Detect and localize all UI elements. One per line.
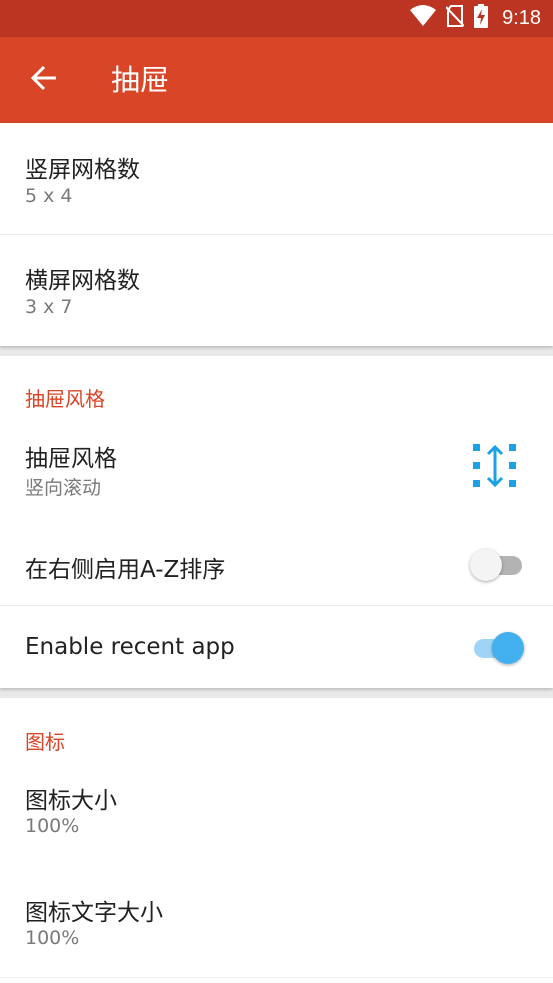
app-bar: 抽屉 (0, 37, 553, 123)
page-title: 抽屉 (111, 63, 170, 97)
status-bar: 9:18 (0, 0, 553, 37)
icon-settings-card: 图标 图标大小 100% 图标文字大小 100% (0, 698, 553, 983)
portrait-grid-item[interactable]: 竖屏网格数 5 x 4 (0, 123, 553, 234)
landscape-grid-item[interactable]: 横屏网格数 3 x 7 (0, 235, 553, 346)
battery-charging-icon (474, 4, 489, 32)
arrow-back-icon (30, 64, 58, 96)
recent-app-switch[interactable] (470, 630, 526, 666)
az-sort-title: 在右侧启用A-Z排序 (25, 557, 226, 583)
drawer-style-title: 抽屉风格 (25, 446, 117, 472)
portrait-grid-title: 竖屏网格数 (25, 157, 140, 183)
divider (0, 977, 553, 978)
landscape-grid-title: 横屏网格数 (25, 268, 140, 294)
recent-app-title: Enable recent app (25, 634, 235, 660)
wifi-icon (410, 5, 437, 31)
recent-app-item[interactable]: Enable recent app (0, 606, 553, 688)
section-header-icon: 图标 (25, 730, 65, 754)
drawer-style-item[interactable]: 抽屉风格 竖向滚动 (0, 424, 553, 514)
landscape-grid-value: 3 x 7 (25, 296, 73, 318)
section-header-drawer-style: 抽屉风格 (25, 387, 105, 411)
portrait-grid-value: 5 x 4 (25, 185, 73, 207)
switch-thumb (492, 632, 524, 664)
az-sort-switch[interactable] (470, 547, 526, 583)
icon-size-item[interactable]: 图标大小 100% (0, 766, 553, 870)
icon-size-title: 图标大小 (25, 788, 117, 814)
icon-text-size-value: 100% (25, 927, 80, 949)
az-sort-item[interactable]: 在右侧启用A-Z排序 (0, 524, 553, 604)
switch-thumb (470, 549, 502, 581)
vertical-scroll-grid-icon (473, 444, 517, 492)
no-sim-icon (445, 5, 465, 31)
icon-text-size-item[interactable]: 图标文字大小 100% (0, 878, 553, 978)
drawer-style-value: 竖向滚动 (25, 477, 102, 499)
icon-text-size-title: 图标文字大小 (25, 900, 163, 926)
grid-settings-card: 竖屏网格数 5 x 4 横屏网格数 3 x 7 (0, 123, 553, 346)
back-button[interactable] (26, 62, 62, 98)
status-time: 9:18 (502, 6, 541, 29)
icon-size-value: 100% (25, 815, 80, 837)
drawer-style-card: 抽屉风格 抽屉风格 竖向滚动 在右侧启用A-Z排序 Enable recent … (0, 356, 553, 688)
